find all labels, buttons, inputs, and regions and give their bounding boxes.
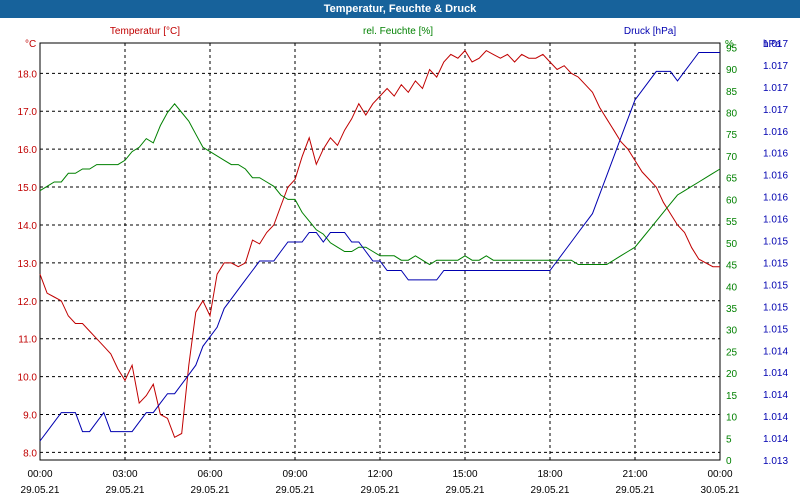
- pressure-tick-label: 1.014: [763, 434, 788, 445]
- x-tick-date: 29.05.21: [446, 485, 485, 496]
- x-tick-date: 29.05.21: [361, 485, 400, 496]
- pressure-tick-label: 1.016: [763, 171, 788, 182]
- temp-unit-label: °C: [25, 39, 36, 50]
- x-tick-time: 21:00: [622, 469, 647, 480]
- temp-tick-label: 18.0: [18, 69, 38, 80]
- x-tick-time: 09:00: [282, 469, 307, 480]
- pressure-tick-label: 1.016: [763, 127, 788, 138]
- temp-axis-title: Temperatur [°C]: [110, 26, 180, 37]
- x-tick-time: 00:00: [27, 469, 52, 480]
- pressure-tick-label: 1.015: [763, 237, 788, 248]
- temp-tick-label: 16.0: [18, 145, 38, 156]
- x-tick-time: 06:00: [197, 469, 222, 480]
- window-title: Temperatur, Feuchte & Druck: [0, 0, 800, 18]
- humidity-tick-label: 25: [726, 347, 738, 358]
- humidity-tick-label: 40: [726, 282, 738, 293]
- pressure-tick-label: 1.016: [763, 149, 788, 160]
- temp-tick-label: 10.0: [18, 373, 38, 384]
- x-tick-date: 29.05.21: [531, 485, 570, 496]
- humidity-tick-label: 90: [726, 65, 738, 76]
- pressure-tick-label: 1.017: [763, 83, 788, 94]
- humidity-tick-label: 65: [726, 174, 738, 185]
- pressure-tick-label: 1.013: [763, 456, 788, 467]
- pressure-tick-label: 1.017: [763, 61, 788, 72]
- pressure-tick-label: 1.015: [763, 258, 788, 269]
- x-tick-time: 12:00: [367, 469, 392, 480]
- pressure-tick-label: 1.014: [763, 346, 788, 357]
- humidity-tick-label: 15: [726, 391, 738, 402]
- pressure-axis-title: Druck [hPa]: [624, 26, 676, 37]
- pressure-tick-label: 1.016: [763, 193, 788, 204]
- pressure-tick-label: 1.014: [763, 412, 788, 423]
- x-tick-time: 15:00: [452, 469, 477, 480]
- x-tick-date: 29.05.21: [191, 485, 230, 496]
- humidity-tick-label: 45: [726, 261, 738, 272]
- temp-tick-label: 12.0: [18, 297, 38, 308]
- humidity-tick-label: 55: [726, 217, 738, 228]
- chart-area: 00:00 29.05.21 03:00 29.05.21 06:00 29.05.21 0…: [18, 26, 789, 496]
- humidity-tick-label: 20: [726, 369, 738, 380]
- x-tick-date: 29.05.21: [21, 485, 60, 496]
- temp-tick-label: 13.0: [18, 259, 38, 270]
- x-tick-date: 29.05.21: [616, 485, 655, 496]
- pressure-unit-label: hPa: [763, 39, 781, 50]
- humidity-tick-label: 60: [726, 195, 738, 206]
- temp-tick-label: 14.0: [18, 221, 38, 232]
- pressure-tick-label: 1.015: [763, 302, 788, 313]
- pressure-tick-label: 1.014: [763, 390, 788, 401]
- humidity-tick-label: 0: [726, 456, 732, 467]
- pressure-tick-label: 1.014: [763, 368, 788, 379]
- temp-tick-label: 15.0: [18, 183, 38, 194]
- humidity-tick-label: 75: [726, 130, 738, 141]
- temp-tick-label: 11.0: [18, 335, 37, 346]
- pressure-tick-label: 1.015: [763, 280, 788, 291]
- humidity-tick-label: 35: [726, 304, 738, 315]
- humidity-axis-title: rel. Feuchte [%]: [363, 26, 433, 37]
- humidity-tick-label: 70: [726, 152, 738, 163]
- humidity-tick-label: 30: [726, 326, 738, 337]
- humidity-unit-label: %: [725, 39, 734, 50]
- x-tick-time: 18:00: [537, 469, 562, 480]
- pressure-tick-label: 1.016: [763, 215, 788, 226]
- pressure-tick-label: 1.015: [763, 324, 788, 335]
- pressure-tick-label: 1.017: [763, 105, 788, 116]
- humidity-tick-label: 85: [726, 87, 738, 98]
- temp-tick-label: 17.0: [18, 107, 38, 118]
- humidity-tick-label: 5: [726, 434, 732, 445]
- x-tick-time: 03:00: [112, 469, 137, 480]
- humidity-tick-label: 50: [726, 239, 738, 250]
- humidity-tick-label: 80: [726, 109, 738, 120]
- x-tick-date: 29.05.21: [106, 485, 145, 496]
- temp-tick-label: 8.0: [23, 448, 37, 459]
- temp-tick-label: 9.0: [23, 411, 37, 422]
- x-tick-time: 00:00: [707, 469, 732, 480]
- x-tick-date: 29.05.21: [276, 485, 315, 496]
- humidity-tick-label: 10: [726, 413, 738, 424]
- x-tick-date: 30.05.21: [701, 485, 740, 496]
